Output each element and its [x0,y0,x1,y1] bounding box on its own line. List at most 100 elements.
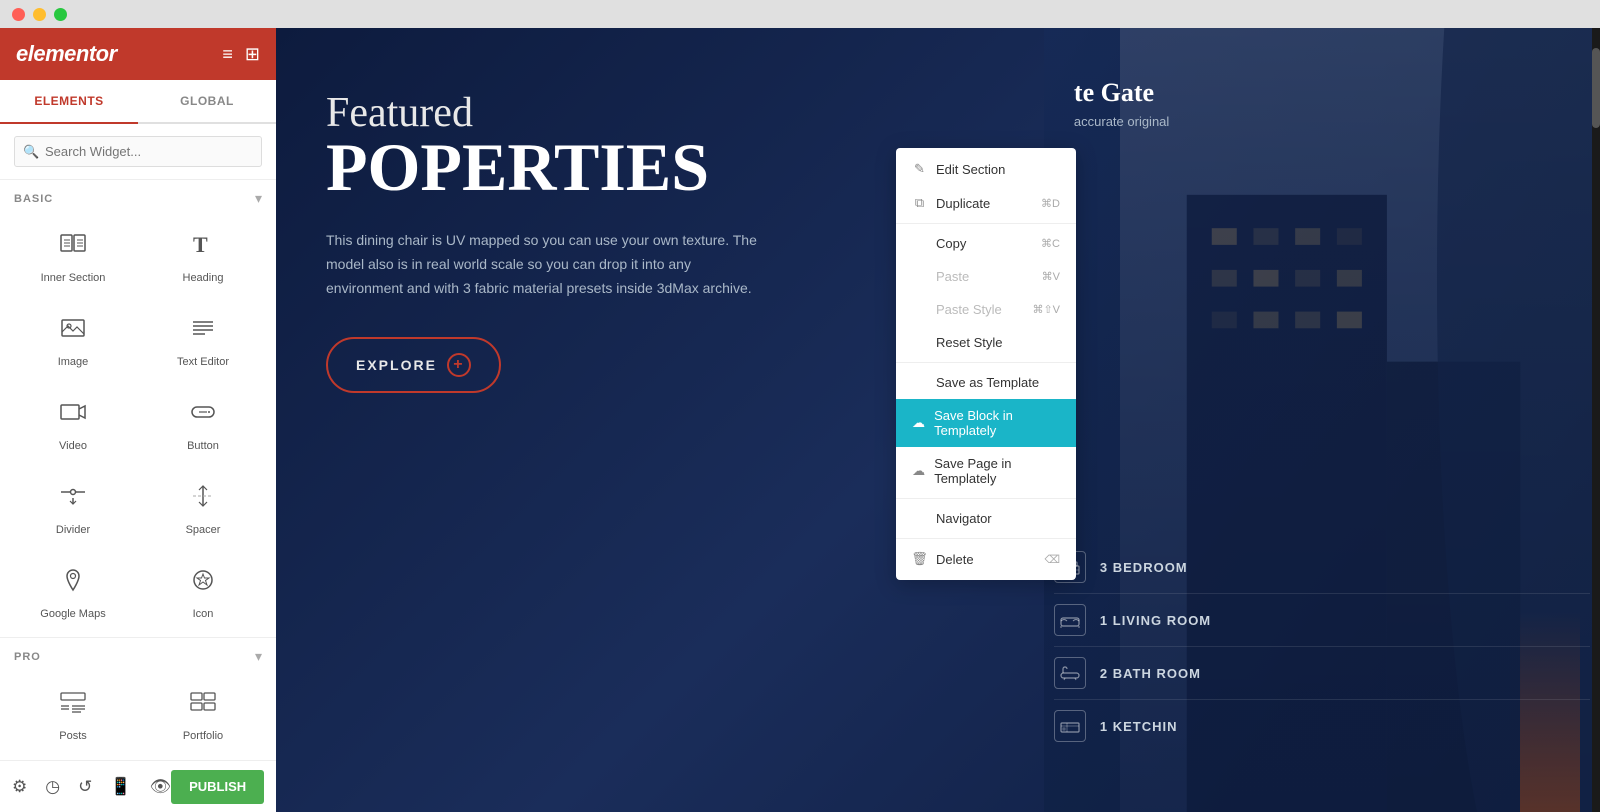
ctx-delete[interactable]: 🗑 Delete ⌫ [896,542,1076,576]
grid-icon[interactable]: ⊞ [245,44,260,65]
ctx-paste-shortcut: ⌘V [1042,270,1060,283]
widget-divider-label: Divider [56,524,90,536]
mobile-preview-icon[interactable]: 📱 [110,777,131,797]
widget-text-editor-label: Text Editor [177,356,229,368]
sidebar-tabs: ELEMENTS GLOBAL [0,80,276,124]
widget-video[interactable]: Video [8,381,138,465]
undo-icon[interactable]: ↺ [78,777,92,797]
explore-button[interactable]: EXPLORE + [326,337,501,393]
canvas-area[interactable]: Featured POPERTIES This dining chair is … [276,28,1600,812]
edit-icon: ✎ [912,161,927,177]
widget-posts-label: Posts [59,730,87,742]
ctx-save-block-left: ☁ Save Block in Templately [912,408,1060,438]
explore-plus-icon: + [447,353,471,377]
inner-section-icon [59,230,87,265]
bottom-icons: ⚙ ◷ ↺ 📱 👁 [12,777,171,797]
ctx-reset-style-label: Reset Style [936,335,1002,350]
ctx-copy-shortcut: ⌘C [1041,237,1060,250]
property-features: 3 BEDROOM 1 LIVING ROOM [1054,541,1590,752]
basic-arrow-icon[interactable]: ▾ [255,190,262,207]
hamburger-icon[interactable]: ≡ [222,44,233,65]
kitchen-label: 1 KETCHIN [1100,719,1178,734]
widget-inner-section[interactable]: Inner Section [8,213,138,297]
widget-spacer[interactable]: Spacer [138,465,268,549]
kitchen-icon [1054,710,1086,742]
ctx-duplicate-left: ⧉ Duplicate [912,195,990,211]
pro-arrow-icon[interactable]: ▾ [255,648,262,665]
ctx-save-block-templately[interactable]: ☁ Save Block in Templately [896,399,1076,447]
maximize-button[interactable] [54,8,67,21]
search-area: 🔍 [0,124,276,180]
ctx-edit-section-label: Edit Section [936,162,1005,177]
ctx-paste-label: Paste [936,269,969,284]
heading-icon: T [189,230,217,265]
widget-posts[interactable]: Posts [8,671,138,755]
ctx-save-page-left: ☁ Save Page in Templately [912,456,1060,486]
history-icon[interactable]: ◷ [45,777,60,797]
ctx-paste[interactable]: Paste ⌘V [896,260,1076,293]
text-editor-icon [189,314,217,349]
ctx-reset-style-left: Reset Style [912,335,1002,350]
ctx-save-page-templately[interactable]: ☁ Save Page in Templately [896,447,1076,495]
ctx-duplicate[interactable]: ⧉ Duplicate ⌘D [896,186,1076,220]
portfolio-icon [189,688,217,723]
close-button[interactable] [12,8,25,21]
ctx-paste-style-left: Paste Style [912,302,1002,317]
widget-spacer-label: Spacer [186,524,221,536]
feature-bath-room: 2 BATH ROOM [1054,647,1590,700]
gate-title: te Gate [1074,78,1570,108]
widget-google-maps-label: Google Maps [40,608,105,620]
settings-icon[interactable]: ⚙ [12,777,27,797]
button-icon [189,398,217,433]
ctx-edit-section[interactable]: ✎ Edit Section [896,152,1076,186]
widget-icon-label: Icon [193,608,214,620]
ctx-paste-style[interactable]: Paste Style ⌘⇧V [896,293,1076,326]
widget-button[interactable]: Button [138,381,268,465]
feature-kitchen: 1 KETCHIN [1054,700,1590,752]
search-wrap: 🔍 [14,136,262,167]
canvas-description: This dining chair is UV mapped so you ca… [326,229,766,300]
minimize-button[interactable] [33,8,46,21]
widget-image-label: Image [58,356,89,368]
living-room-label: 1 LIVING ROOM [1100,613,1211,628]
widget-heading[interactable]: T Heading [138,213,268,297]
save-block-icon: ☁ [912,415,925,431]
widget-heading-label: Heading [183,272,224,284]
ctx-reset-style[interactable]: Reset Style [896,326,1076,359]
widget-divider[interactable]: Divider [8,465,138,549]
tab-elements[interactable]: ELEMENTS [0,80,138,124]
ctx-navigator-left: Navigator [912,511,992,526]
living-room-icon [1054,604,1086,636]
posts-icon [59,688,87,723]
ctx-copy[interactable]: Copy ⌘C [896,227,1076,260]
titlebar [0,0,1600,28]
sidebar-header-icons: ≡ ⊞ [222,44,260,65]
app-container: elementor ≡ ⊞ ELEMENTS GLOBAL 🔍 BASIC [0,0,1600,812]
sidebar: elementor ≡ ⊞ ELEMENTS GLOBAL 🔍 BASIC [0,28,276,812]
pro-section-heading: PRO ▾ [0,637,276,671]
ctx-divider-1 [896,223,1076,224]
widget-text-editor[interactable]: Text Editor [138,297,268,381]
tab-global[interactable]: GLOBAL [138,80,276,122]
basic-section-heading: BASIC ▾ [0,180,276,213]
elementor-logo: elementor [16,41,117,67]
ctx-save-template[interactable]: Save as Template [896,366,1076,399]
ctx-delete-left: 🗑 Delete [912,551,974,567]
search-input[interactable] [14,136,262,167]
ctx-copy-left: Copy [912,236,966,251]
divider-icon [59,482,87,517]
widget-portfolio[interactable]: Portfolio [138,671,268,755]
svg-text:T: T [193,232,208,257]
eye-icon[interactable]: 👁 [150,777,172,797]
widget-image[interactable]: Image [8,297,138,381]
sidebar-bottom-toolbar: ⚙ ◷ ↺ 📱 👁 PUBLISH ▲ [0,760,276,812]
ctx-save-page-label: Save Page in Templately [934,456,1060,486]
google-maps-icon [59,566,87,601]
widget-icon[interactable]: Icon [138,549,268,633]
ctx-navigator[interactable]: Navigator [896,502,1076,535]
icon-widget-icon [189,566,217,601]
delete-icon: 🗑 [912,551,927,567]
ctx-paste-style-label: Paste Style [936,302,1002,317]
publish-button[interactable]: PUBLISH ▲ [171,770,264,804]
widget-google-maps[interactable]: Google Maps [8,549,138,633]
